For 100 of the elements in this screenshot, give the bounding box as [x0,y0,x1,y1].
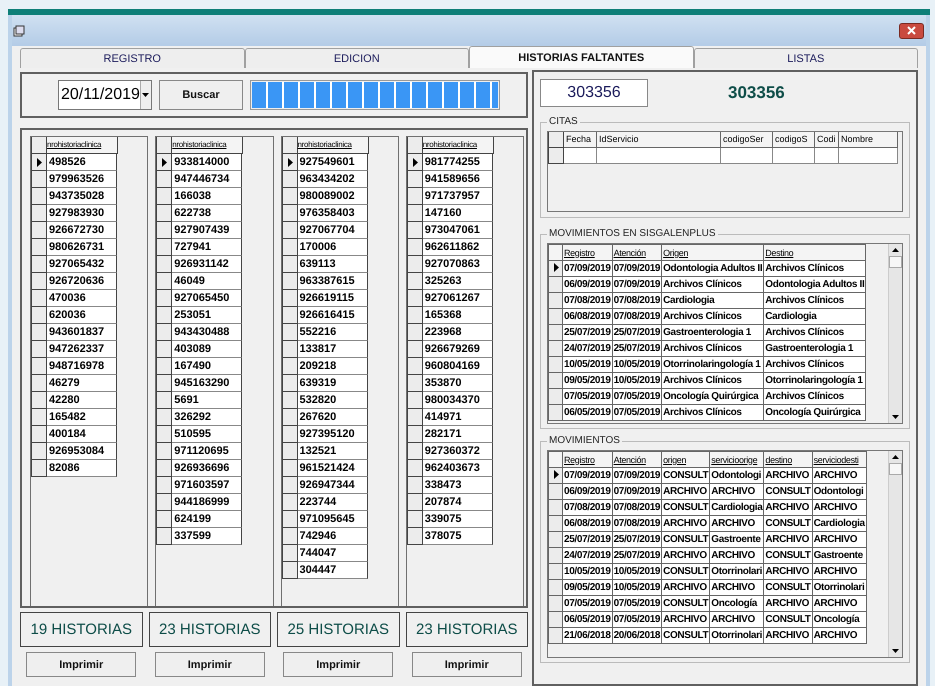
row-selector[interactable] [31,375,47,392]
row-selector[interactable] [282,443,298,460]
row-selector[interactable] [406,358,423,375]
scroll-down-icon[interactable] [892,415,899,419]
close-button[interactable] [899,22,924,38]
row-selector[interactable] [406,409,423,426]
row-selector[interactable] [406,171,423,188]
row-selector[interactable] [406,256,423,273]
row-selector[interactable] [282,545,298,562]
row-selector[interactable] [406,239,423,256]
row-selector[interactable] [282,358,298,375]
row-selector[interactable] [156,443,172,460]
row-selector[interactable] [282,205,298,222]
row-selector[interactable] [282,392,298,409]
row-selector[interactable] [548,148,564,164]
row-selector[interactable] [406,222,423,239]
row-selector[interactable] [31,205,47,222]
row-selector[interactable] [156,477,172,494]
row-selector[interactable] [156,256,172,273]
row-selector[interactable] [31,392,47,409]
row-selector[interactable] [406,273,423,290]
tab[interactable]: HISTORIAS FALTANTES [469,46,694,68]
row-selector[interactable] [406,443,423,460]
row-selector[interactable] [406,205,423,222]
scroll-up-icon[interactable] [892,455,899,459]
row-selector[interactable] [31,222,47,239]
row-selector[interactable] [282,409,298,426]
row-selector[interactable] [156,273,172,290]
tab[interactable]: EDICION [244,48,469,68]
row-selector[interactable] [156,511,172,528]
row-selector[interactable] [156,188,172,205]
row-selector[interactable] [156,358,172,375]
row-selector[interactable] [156,154,172,171]
row-selector[interactable] [31,341,47,358]
date-picker[interactable]: 20/11/2019 [58,80,152,110]
row-selector[interactable] [406,528,423,545]
row-selector[interactable] [156,341,172,358]
row-selector[interactable] [282,188,298,205]
row-selector[interactable] [282,511,298,528]
row-selector[interactable] [282,460,298,477]
row-selector[interactable] [406,188,423,205]
print-button[interactable]: Imprimir [283,652,394,677]
row-selector[interactable] [156,494,172,511]
row-selector[interactable] [31,154,47,171]
row-selector[interactable] [31,171,47,188]
row-selector[interactable] [156,171,172,188]
row-selector[interactable] [31,273,47,290]
row-selector[interactable] [406,511,423,528]
search-button[interactable]: Buscar [159,80,243,110]
row-selector[interactable] [31,426,47,443]
row-selector[interactable] [156,205,172,222]
row-selector[interactable] [406,375,423,392]
row-selector[interactable] [31,290,47,307]
row-selector[interactable] [548,468,562,484]
row-selector[interactable] [406,426,423,443]
row-selector[interactable] [282,239,298,256]
row-selector[interactable] [31,460,47,477]
print-button[interactable]: Imprimir [154,652,265,677]
row-selector[interactable] [406,290,423,307]
history-field[interactable]: 303356 [540,79,648,107]
row-selector[interactable] [31,358,47,375]
row-selector[interactable] [282,562,298,579]
scroll-thumb[interactable] [889,256,902,268]
row-selector[interactable] [548,260,562,276]
tab[interactable]: REGISTRO [20,48,244,68]
row-selector[interactable] [282,273,298,290]
scroll-thumb[interactable] [889,463,902,475]
row-selector[interactable] [156,307,172,324]
row-selector[interactable] [282,290,298,307]
row-selector[interactable] [406,324,423,341]
row-selector[interactable] [406,392,423,409]
row-selector[interactable] [282,375,298,392]
tab[interactable]: LISTAS [694,48,918,68]
row-selector[interactable] [156,324,172,341]
row-selector[interactable] [156,460,172,477]
row-selector[interactable] [156,528,172,545]
scrollbar[interactable] [888,451,902,657]
row-selector[interactable] [406,154,423,171]
row-selector[interactable] [156,375,172,392]
row-selector[interactable] [282,171,298,188]
row-selector[interactable] [156,222,172,239]
row-selector[interactable] [282,426,298,443]
row-selector[interactable] [282,341,298,358]
row-selector[interactable] [406,477,423,494]
row-selector[interactable] [282,477,298,494]
row-selector[interactable] [406,341,423,358]
row-selector[interactable] [282,528,298,545]
row-selector[interactable] [156,426,172,443]
row-selector[interactable] [282,154,298,171]
row-selector[interactable] [406,494,423,511]
row-selector[interactable] [282,256,298,273]
row-selector[interactable] [31,239,47,256]
row-selector[interactable] [282,222,298,239]
row-selector[interactable] [31,256,47,273]
row-selector[interactable] [156,239,172,256]
row-selector[interactable] [282,307,298,324]
row-selector[interactable] [31,443,47,460]
scrollbar[interactable] [888,244,902,423]
scroll-up-icon[interactable] [892,248,899,252]
row-selector[interactable] [282,324,298,341]
